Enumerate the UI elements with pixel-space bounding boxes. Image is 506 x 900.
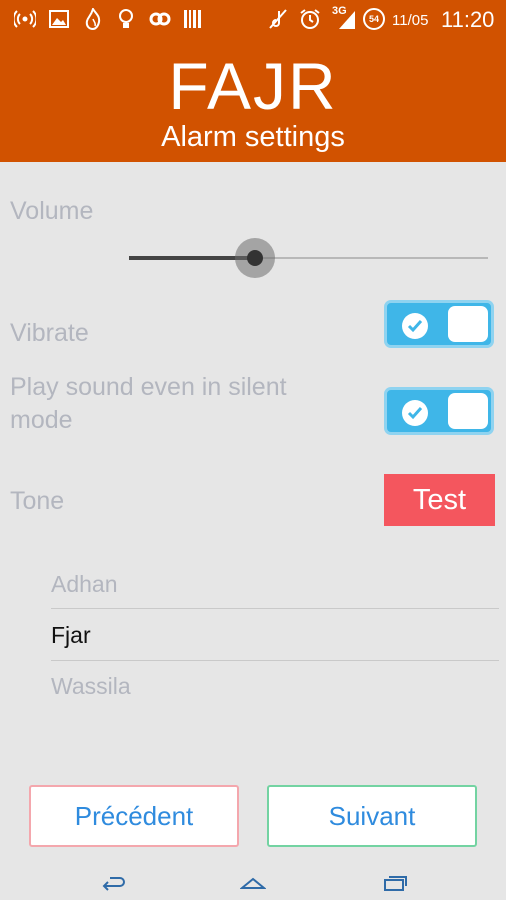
page-subtitle: Alarm settings <box>161 121 345 153</box>
test-button[interactable]: Test <box>384 474 495 526</box>
tone-label: Tone <box>10 487 65 515</box>
network-type-label: 3G <box>332 5 347 17</box>
vibrate-toggle-knob <box>448 306 488 342</box>
app-flame-icon <box>82 8 104 30</box>
silent-mode-label: Play sound even in silent mode <box>10 373 287 434</box>
recent-apps-icon[interactable] <box>382 874 410 894</box>
home-icon[interactable] <box>239 874 268 894</box>
bulb-icon <box>116 8 136 30</box>
barcode-icon <box>182 8 204 30</box>
image-icon <box>48 8 70 30</box>
silent-mode-toggle-knob <box>448 393 488 429</box>
vibrate-toggle[interactable] <box>384 300 494 348</box>
check-icon <box>402 313 428 339</box>
battery-level: 54 <box>368 14 379 24</box>
mute-icon <box>266 8 290 30</box>
status-time: 11:20 <box>441 7 495 32</box>
volume-slider-thumb-center <box>247 250 263 266</box>
tone-divider <box>51 608 499 609</box>
tone-option-adhan[interactable]: Adhan <box>51 559 499 610</box>
previous-button[interactable]: Précédent <box>29 785 239 847</box>
header: FAJR Alarm settings <box>0 38 506 162</box>
volume-slider-track[interactable] <box>255 257 488 259</box>
back-icon[interactable] <box>100 874 128 894</box>
tone-option-wassila[interactable]: Wassila <box>51 661 499 712</box>
check-icon <box>402 400 428 426</box>
system-nav-bar <box>0 866 506 900</box>
wifi-hotspot-icon <box>14 8 36 30</box>
tone-option-fjar[interactable]: Fjar <box>51 610 499 661</box>
page-title: FAJR <box>168 49 338 123</box>
volume-label: Volume <box>10 197 94 225</box>
link-icon <box>148 8 172 30</box>
next-button[interactable]: Suivant <box>267 785 477 847</box>
volume-slider-thumb[interactable] <box>235 238 275 278</box>
status-bar: 3G 54 11/05 11:20 <box>0 0 506 38</box>
alarm-icon <box>298 8 322 30</box>
status-date: 11/05 <box>392 12 429 29</box>
vibrate-label: Vibrate <box>10 319 89 347</box>
silent-mode-toggle[interactable] <box>384 387 494 435</box>
